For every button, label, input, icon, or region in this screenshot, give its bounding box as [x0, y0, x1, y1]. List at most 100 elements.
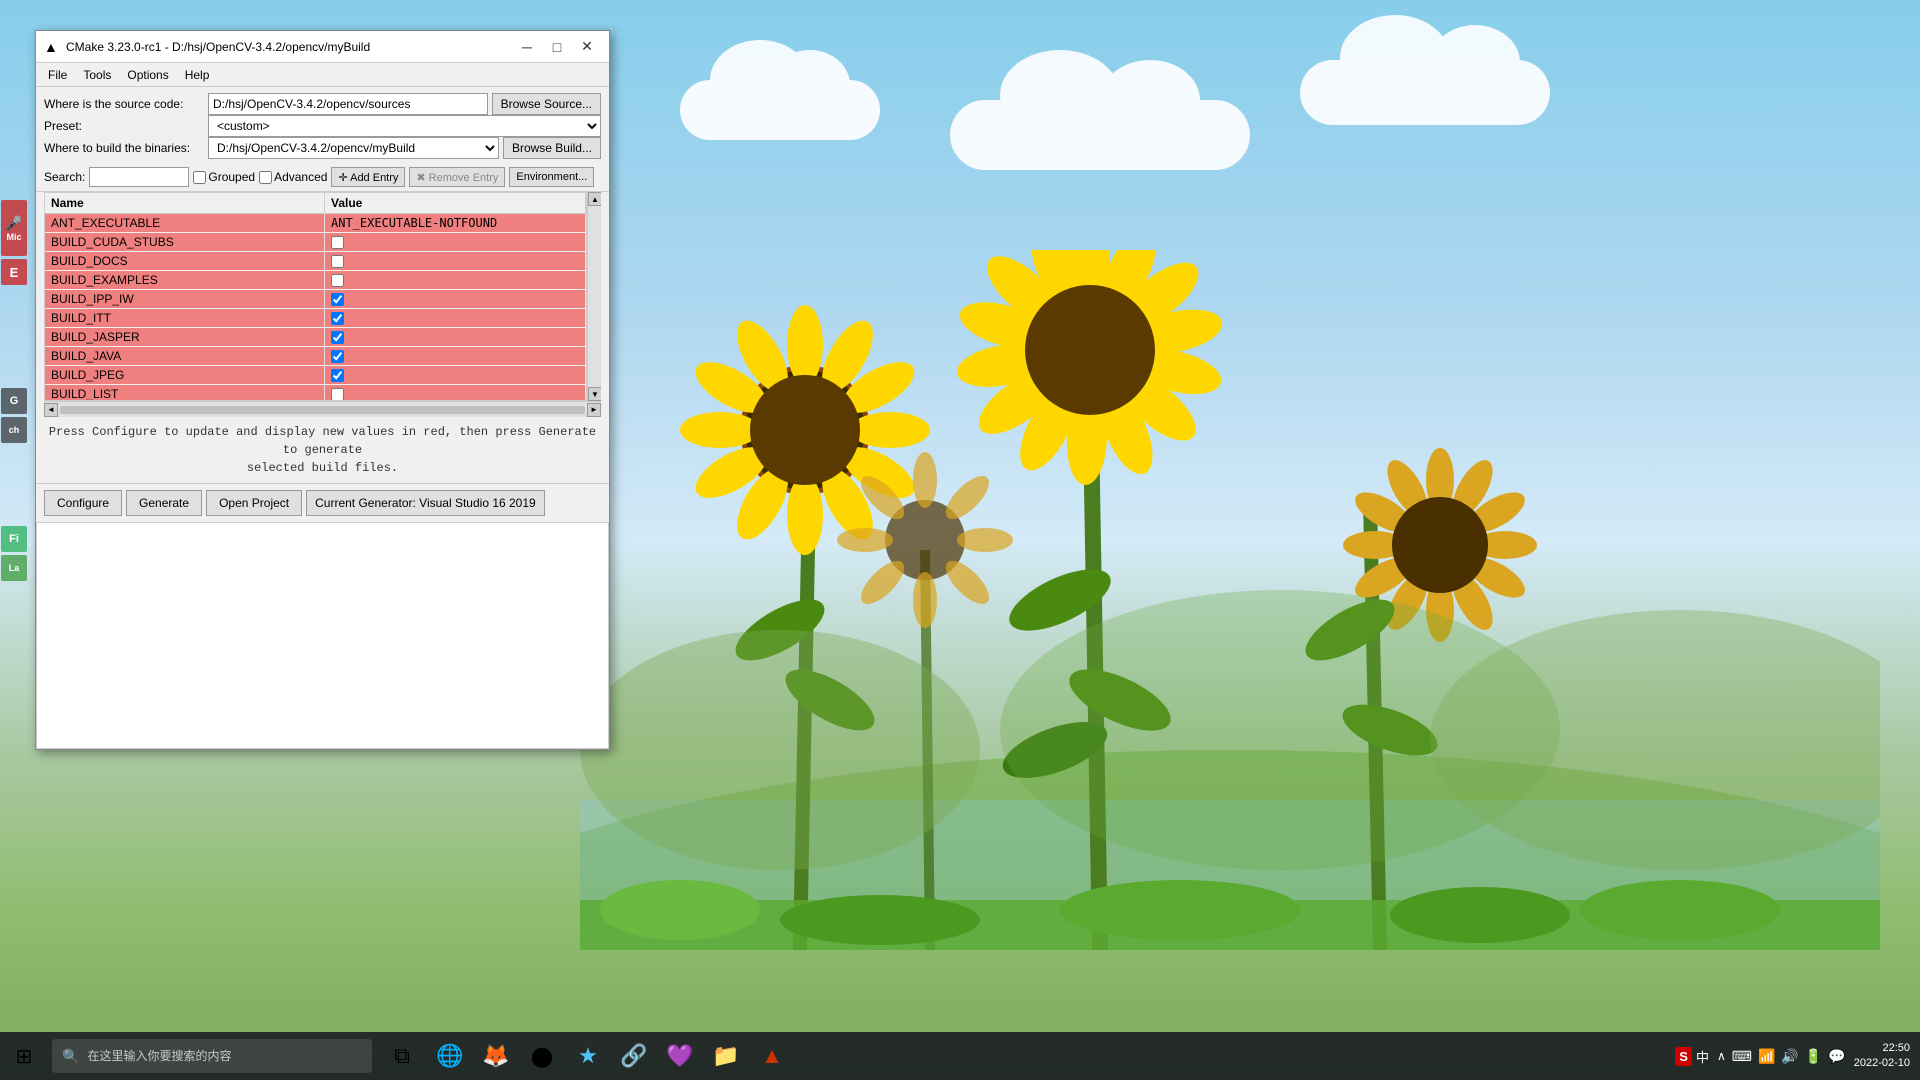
table-cell-name-8: BUILD_JPEG — [45, 366, 325, 384]
left-icon-mic[interactable]: 🎤 Mic — [1, 200, 27, 256]
table-cell-name-4: BUILD_IPP_IW — [45, 290, 325, 308]
start-button[interactable]: ⊞ — [0, 1032, 48, 1080]
checkbox-1[interactable] — [331, 236, 344, 249]
browse-source-button[interactable]: Browse Source... — [492, 93, 601, 115]
preset-select[interactable]: <custom> — [208, 115, 601, 137]
taskbar-search-bar[interactable]: 🔍 — [52, 1039, 372, 1073]
table-cell-name-7: BUILD_JAVA — [45, 347, 325, 365]
source-input[interactable] — [208, 93, 488, 115]
table-container[interactable]: Name Value ANT_EXECUTABLEANT_EXECUTABLE-… — [44, 192, 587, 401]
table-cell-value-6 — [325, 328, 586, 346]
configure-button[interactable]: Configure — [44, 490, 122, 516]
taskbar-right: S 中 ∧ ⌨ 📶 🔊 🔋 💬 22:50 2022-02-10 — [1675, 1041, 1920, 1072]
checkbox-5[interactable] — [331, 312, 344, 325]
minimize-button[interactable]: ─ — [513, 36, 541, 58]
scroll-bar-thumb — [60, 406, 585, 414]
generate-button[interactable]: Generate — [126, 490, 202, 516]
taskbar: ⊞ 🔍 ⧉ 🌐 🦊 ⬤ ★ 🔗 — [0, 1032, 1920, 1080]
search-input[interactable] — [89, 167, 189, 187]
scroll-up-button[interactable]: ▲ — [588, 192, 601, 206]
left-icon-e[interactable]: E — [1, 259, 27, 285]
taskbar-edge-button[interactable]: 🌐 — [428, 1034, 472, 1078]
checkbox-3[interactable] — [331, 274, 344, 287]
info-line1: Press Configure to update and display ne… — [44, 423, 601, 459]
left-icon-fi[interactable]: Fi — [1, 526, 27, 552]
taskbar-star-button[interactable]: ★ — [566, 1034, 610, 1078]
taskbar-link-button[interactable]: 🔗 — [612, 1034, 656, 1078]
left-icon-la[interactable]: La — [1, 555, 27, 581]
maximize-button[interactable]: □ — [543, 36, 571, 58]
form-area: Where is the source code: Browse Source.… — [36, 87, 609, 163]
table-row-7[interactable]: BUILD_JAVA — [45, 347, 586, 366]
explorer-icon: 📁 — [712, 1043, 739, 1069]
taskbar-explorer-button[interactable]: 📁 — [704, 1034, 748, 1078]
left-icon-g[interactable]: G — [1, 388, 27, 414]
table-row-6[interactable]: BUILD_JASPER — [45, 328, 586, 347]
cmake-main-content: Where is the source code: Browse Source.… — [36, 87, 609, 749]
table-cell-name-9: BUILD_LIST — [45, 385, 325, 401]
checkbox-9[interactable] — [331, 388, 344, 401]
wifi-icon[interactable]: 📶 — [1758, 1048, 1775, 1065]
table-cell-name-1: BUILD_CUDA_STUBS — [45, 233, 325, 251]
left-icon-ch[interactable]: ch — [1, 417, 27, 443]
search-row: Search: Grouped Advanced ✛ Add Entry ✖ R… — [36, 163, 609, 192]
edge-icon: 🌐 — [436, 1043, 463, 1069]
keyboard-icon[interactable]: ⌨ — [1732, 1048, 1752, 1065]
menu-options[interactable]: Options — [119, 66, 176, 84]
taskbar-clock[interactable]: 22:50 2022-02-10 — [1854, 1041, 1910, 1072]
menu-tools[interactable]: Tools — [75, 66, 119, 84]
checkbox-8[interactable] — [331, 369, 344, 382]
table-row-8[interactable]: BUILD_JPEG — [45, 366, 586, 385]
taskbar-vs-button[interactable]: 💜 — [658, 1034, 702, 1078]
build-select[interactable]: D:/hsj/OpenCV-3.4.2/opencv/myBuild — [208, 137, 499, 159]
lang-indicator[interactable]: 中 — [1696, 1047, 1709, 1066]
table-cell-value-1 — [325, 233, 586, 251]
chevron-up-icon[interactable]: ∧ — [1717, 1049, 1726, 1063]
taskbar-cmake-button[interactable]: ▲ — [750, 1034, 794, 1078]
menu-help[interactable]: Help — [177, 66, 218, 84]
sougou-ime-button[interactable]: S — [1675, 1047, 1692, 1066]
info-text-area: Press Configure to update and display ne… — [36, 417, 609, 483]
checkbox-4[interactable] — [331, 293, 344, 306]
browse-build-button[interactable]: Browse Build... — [503, 137, 601, 159]
horizontal-scrollbar: ◄ ► — [44, 401, 601, 417]
preset-row: Preset: <custom> — [44, 115, 601, 137]
taskbar-firefox-button[interactable]: 🦊 — [474, 1034, 518, 1078]
menu-file[interactable]: File — [40, 66, 75, 84]
clock-time: 22:50 — [1854, 1041, 1910, 1056]
bottom-buttons: Configure Generate Open Project Current … — [36, 483, 609, 522]
output-area[interactable] — [36, 522, 609, 749]
battery-icon[interactable]: 🔋 — [1805, 1048, 1822, 1065]
scroll-left-button[interactable]: ◄ — [44, 403, 58, 417]
table-cell-value-7 — [325, 347, 586, 365]
taskbar-search-input[interactable] — [87, 1049, 362, 1063]
build-row: Where to build the binaries: D:/hsj/Open… — [44, 137, 601, 159]
table-row-2[interactable]: BUILD_DOCS — [45, 252, 586, 271]
add-entry-button[interactable]: ✛ Add Entry — [331, 167, 405, 187]
build-label: Where to build the binaries: — [44, 141, 204, 155]
scroll-right-button[interactable]: ► — [587, 403, 601, 417]
advanced-checkbox[interactable] — [259, 171, 272, 184]
checkbox-7[interactable] — [331, 350, 344, 363]
checkbox-6[interactable] — [331, 331, 344, 344]
table-row-9[interactable]: BUILD_LIST — [45, 385, 586, 401]
taskbar-chrome-button[interactable]: ⬤ — [520, 1034, 564, 1078]
open-project-button[interactable]: Open Project — [206, 490, 302, 516]
remove-entry-button[interactable]: ✖ Remove Entry — [409, 167, 505, 187]
table-row-1[interactable]: BUILD_CUDA_STUBS — [45, 233, 586, 252]
close-button[interactable]: ✕ — [573, 36, 601, 58]
message-icon[interactable]: 💬 — [1828, 1048, 1845, 1065]
environment-button[interactable]: Environment... — [509, 167, 594, 187]
table-row-3[interactable]: BUILD_EXAMPLES — [45, 271, 586, 290]
grouped-checkbox[interactable] — [193, 171, 206, 184]
grouped-label: Grouped — [208, 170, 255, 184]
scroll-down-button[interactable]: ▼ — [588, 387, 601, 401]
left-app-icons: 🎤 Mic E G ch Fi La — [0, 200, 28, 581]
table-row-0[interactable]: ANT_EXECUTABLEANT_EXECUTABLE-NOTFOUND — [45, 214, 586, 233]
grouped-checkbox-label: Grouped — [193, 170, 255, 184]
checkbox-2[interactable] — [331, 255, 344, 268]
table-row-5[interactable]: BUILD_ITT — [45, 309, 586, 328]
task-view-button[interactable]: ⧉ — [380, 1034, 424, 1078]
table-row-4[interactable]: BUILD_IPP_IW — [45, 290, 586, 309]
volume-icon[interactable]: 🔊 — [1781, 1048, 1798, 1065]
